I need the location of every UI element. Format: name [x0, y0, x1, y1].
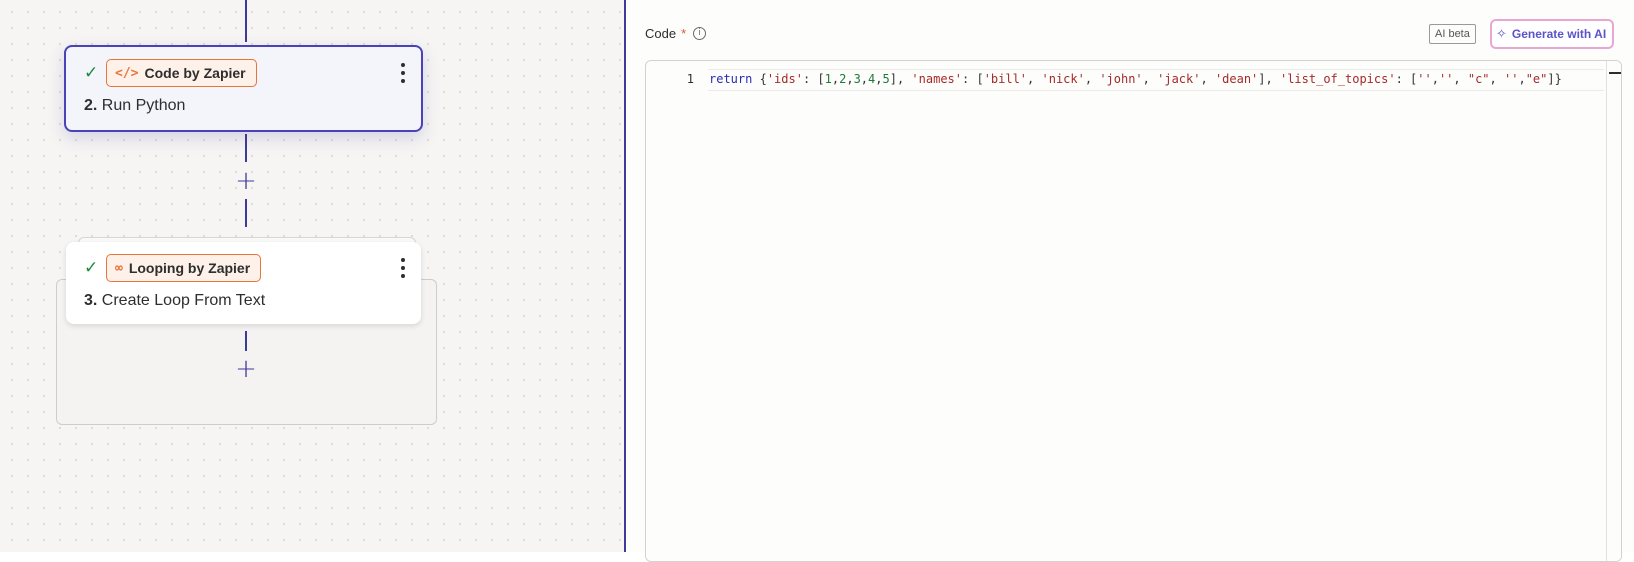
required-marker: *: [681, 26, 687, 41]
step-card-create-loop[interactable]: ✓ ∞ Looping by Zapier 3. Create Loop Fro…: [66, 242, 421, 324]
step-number: 3.: [84, 292, 98, 309]
check-icon: ✓: [84, 258, 99, 278]
step-card-run-python[interactable]: ✓ </> Code by Zapier 2. Run Python: [64, 45, 423, 132]
code-icon: </>: [115, 65, 139, 81]
scrollbar-marker: [1609, 72, 1621, 74]
app-badge-looping: ∞ Looping by Zapier: [106, 254, 262, 282]
loop-icon: ∞: [115, 260, 123, 276]
step-editor-panel: Code * i AI beta ✧ Generate with AI 1 re…: [626, 0, 1634, 562]
code-text[interactable]: return {'ids': [1,2,3,4,5], 'names': ['b…: [709, 70, 1562, 88]
connector-line: [245, 331, 247, 351]
info-icon[interactable]: i: [693, 27, 707, 40]
connector-line: [245, 134, 247, 162]
generate-with-ai-button[interactable]: ✧ Generate with AI: [1490, 19, 1615, 49]
step-number: 2.: [84, 97, 98, 114]
generate-label: Generate with AI: [1511, 27, 1607, 41]
ai-beta-badge: AI beta: [1429, 24, 1476, 44]
app-badge-code: </> Code by Zapier: [106, 59, 257, 87]
check-icon: ✓: [84, 63, 99, 83]
zap-canvas[interactable]: ✓ </> Code by Zapier 2. Run Python + ✓ ∞…: [0, 0, 624, 552]
step-name: Create Loop From Text: [101, 292, 266, 309]
sparkle-icon: ✧: [1496, 26, 1507, 42]
app-name: Looping by Zapier: [128, 260, 251, 276]
step-menu-button[interactable]: [399, 258, 407, 278]
step-name: Run Python: [101, 97, 186, 114]
step-title: 2. Run Python: [84, 97, 185, 115]
app-name: Code by Zapier: [144, 65, 246, 81]
label-text: Code: [645, 26, 677, 41]
add-step-button[interactable]: +: [233, 168, 259, 194]
editor-scrollbar[interactable]: [1606, 61, 1621, 561]
connector-line: [245, 0, 247, 42]
code-line[interactable]: 1 return {'ids': [1,2,3,4,5], 'names': […: [646, 70, 1606, 88]
code-field-label: Code * i: [645, 26, 707, 41]
add-step-button[interactable]: +: [233, 356, 259, 382]
line-number: 1: [686, 72, 694, 86]
code-editor[interactable]: 1 return {'ids': [1,2,3,4,5], 'names': […: [645, 60, 1622, 562]
step-menu-button[interactable]: [399, 63, 407, 83]
step-title: 3. Create Loop From Text: [84, 292, 265, 310]
connector-line: [245, 199, 247, 227]
